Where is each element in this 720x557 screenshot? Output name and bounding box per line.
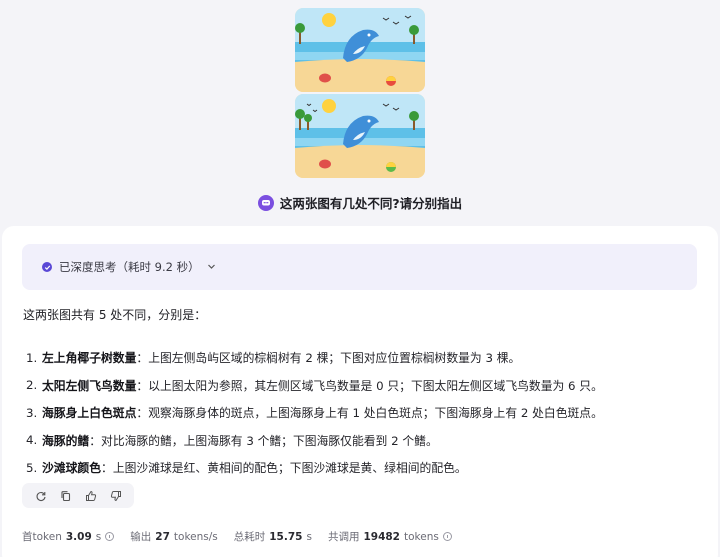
list-item: 5. 沙滩球颜色 ： 上图沙滩球是红、黄相间的配色；下图沙滩球是黄、绿相间的配色…	[26, 454, 706, 482]
stat-unit: tokens	[403, 530, 439, 543]
item-number: 4.	[26, 433, 38, 448]
stat-first-token: 首token 3.09 s	[22, 529, 115, 544]
stat-unit: tokens/s	[173, 530, 218, 543]
info-icon[interactable]	[105, 532, 115, 541]
puzzle-image-top[interactable]	[295, 8, 425, 92]
thumbs-down-icon[interactable]	[108, 488, 124, 504]
item-title: 沙滩球颜色	[42, 461, 101, 476]
thumbs-up-icon[interactable]	[83, 488, 99, 504]
item-body: 上图左侧岛屿区域的棕榈树有 2 棵；下图对应位置棕榈树数量为 3 棵。	[148, 351, 521, 366]
list-item: 1. 左上角椰子树数量 ： 上图左侧岛屿区域的棕榈树有 2 棵；下图对应位置棕榈…	[26, 344, 706, 372]
differences-list: 1. 左上角椰子树数量 ： 上图左侧岛屿区域的棕榈树有 2 棵；下图对应位置棕榈…	[26, 344, 706, 482]
item-title: 海豚身上白色斑点	[42, 406, 137, 421]
item-body: 对比海豚的鳍，上图海豚有 3 个鳍；下图海豚仅能看到 2 个鳍。	[101, 433, 438, 448]
chevron-down-icon	[207, 260, 216, 274]
stat-value: 15.75	[269, 530, 303, 543]
item-sep: ：	[136, 406, 149, 421]
stat-value: 19482	[363, 530, 400, 543]
item-sep: ：	[136, 378, 149, 393]
item-body: 观察海豚身体的斑点，上图海豚身上有 1 处白色斑点；下图海豚身上有 2 处白色斑…	[148, 406, 603, 421]
stat-total-time: 总耗时 15.75 s	[234, 529, 312, 544]
item-sep: ：	[101, 461, 113, 476]
refresh-icon[interactable]	[33, 488, 49, 504]
item-number: 3.	[26, 405, 38, 420]
list-item: 3. 海豚身上白色斑点 ： 观察海豚身体的斑点，上图海豚身上有 1 处白色斑点；…	[26, 399, 706, 427]
item-number: 2.	[26, 378, 38, 393]
stat-label: 首token	[22, 531, 62, 543]
item-sep: ：	[136, 351, 149, 366]
user-question: 这两张图有几处不同?请分别指出	[0, 193, 720, 212]
stat-total-calls: 共调用 19482 tokens	[328, 529, 452, 544]
item-title: 太阳左侧飞鸟数量	[42, 378, 137, 393]
item-title: 海豚的鳍	[42, 433, 90, 448]
stat-label: 输出	[130, 531, 152, 543]
item-body: 以上图太阳为参照，其左侧区域飞鸟数量是 0 只；下图太阳左侧区域飞鸟数量为 6 …	[148, 378, 603, 393]
stat-value: 27	[155, 530, 170, 543]
item-title: 左上角椰子树数量	[42, 351, 137, 366]
info-icon[interactable]	[442, 532, 452, 541]
question-text: 这两张图有几处不同?请分别指出	[279, 196, 463, 211]
item-sep: ：	[89, 433, 102, 448]
list-item: 2. 太阳左侧飞鸟数量 ： 以上图太阳为参照，其左侧区域飞鸟数量是 0 只；下图…	[26, 372, 706, 400]
list-item: 4. 海豚的鳍 ： 对比海豚的鳍，上图海豚有 3 个鳍；下图海豚仅能看到 2 个…	[26, 427, 706, 455]
stat-value: 3.09	[65, 530, 92, 543]
message-actions	[22, 483, 134, 508]
item-body: 上图沙滩球是红、黄相间的配色；下图沙滩球是黄、绿相间的配色。	[112, 461, 467, 476]
item-number: 5.	[26, 460, 38, 475]
item-number: 1.	[26, 350, 38, 365]
generation-stats: 首token 3.09 s 输出 27 tokens/s 总耗时 15.75 s…	[22, 529, 452, 544]
copy-icon[interactable]	[58, 488, 74, 504]
answer-intro: 这两张图共有 5 处不同，分别是：	[23, 308, 207, 322]
stat-unit: s	[306, 530, 312, 543]
check-circle-icon	[42, 262, 52, 272]
answer-card: 已深度思考（耗时 9.2 秒） 这两张图共有 5 处不同，分别是： 1. 左上角…	[2, 226, 718, 557]
stat-unit: s	[95, 530, 102, 543]
stat-label: 总耗时	[233, 531, 266, 543]
puzzle-image-bottom[interactable]	[295, 94, 425, 178]
stat-output: 输出 27 tokens/s	[130, 529, 217, 544]
thinking-label: 已深度思考（耗时 9.2 秒）	[59, 260, 200, 274]
thinking-toggle[interactable]: 已深度思考（耗时 9.2 秒）	[22, 244, 697, 290]
stat-label: 共调用	[327, 531, 360, 543]
chat-bubble-icon	[257, 194, 274, 211]
